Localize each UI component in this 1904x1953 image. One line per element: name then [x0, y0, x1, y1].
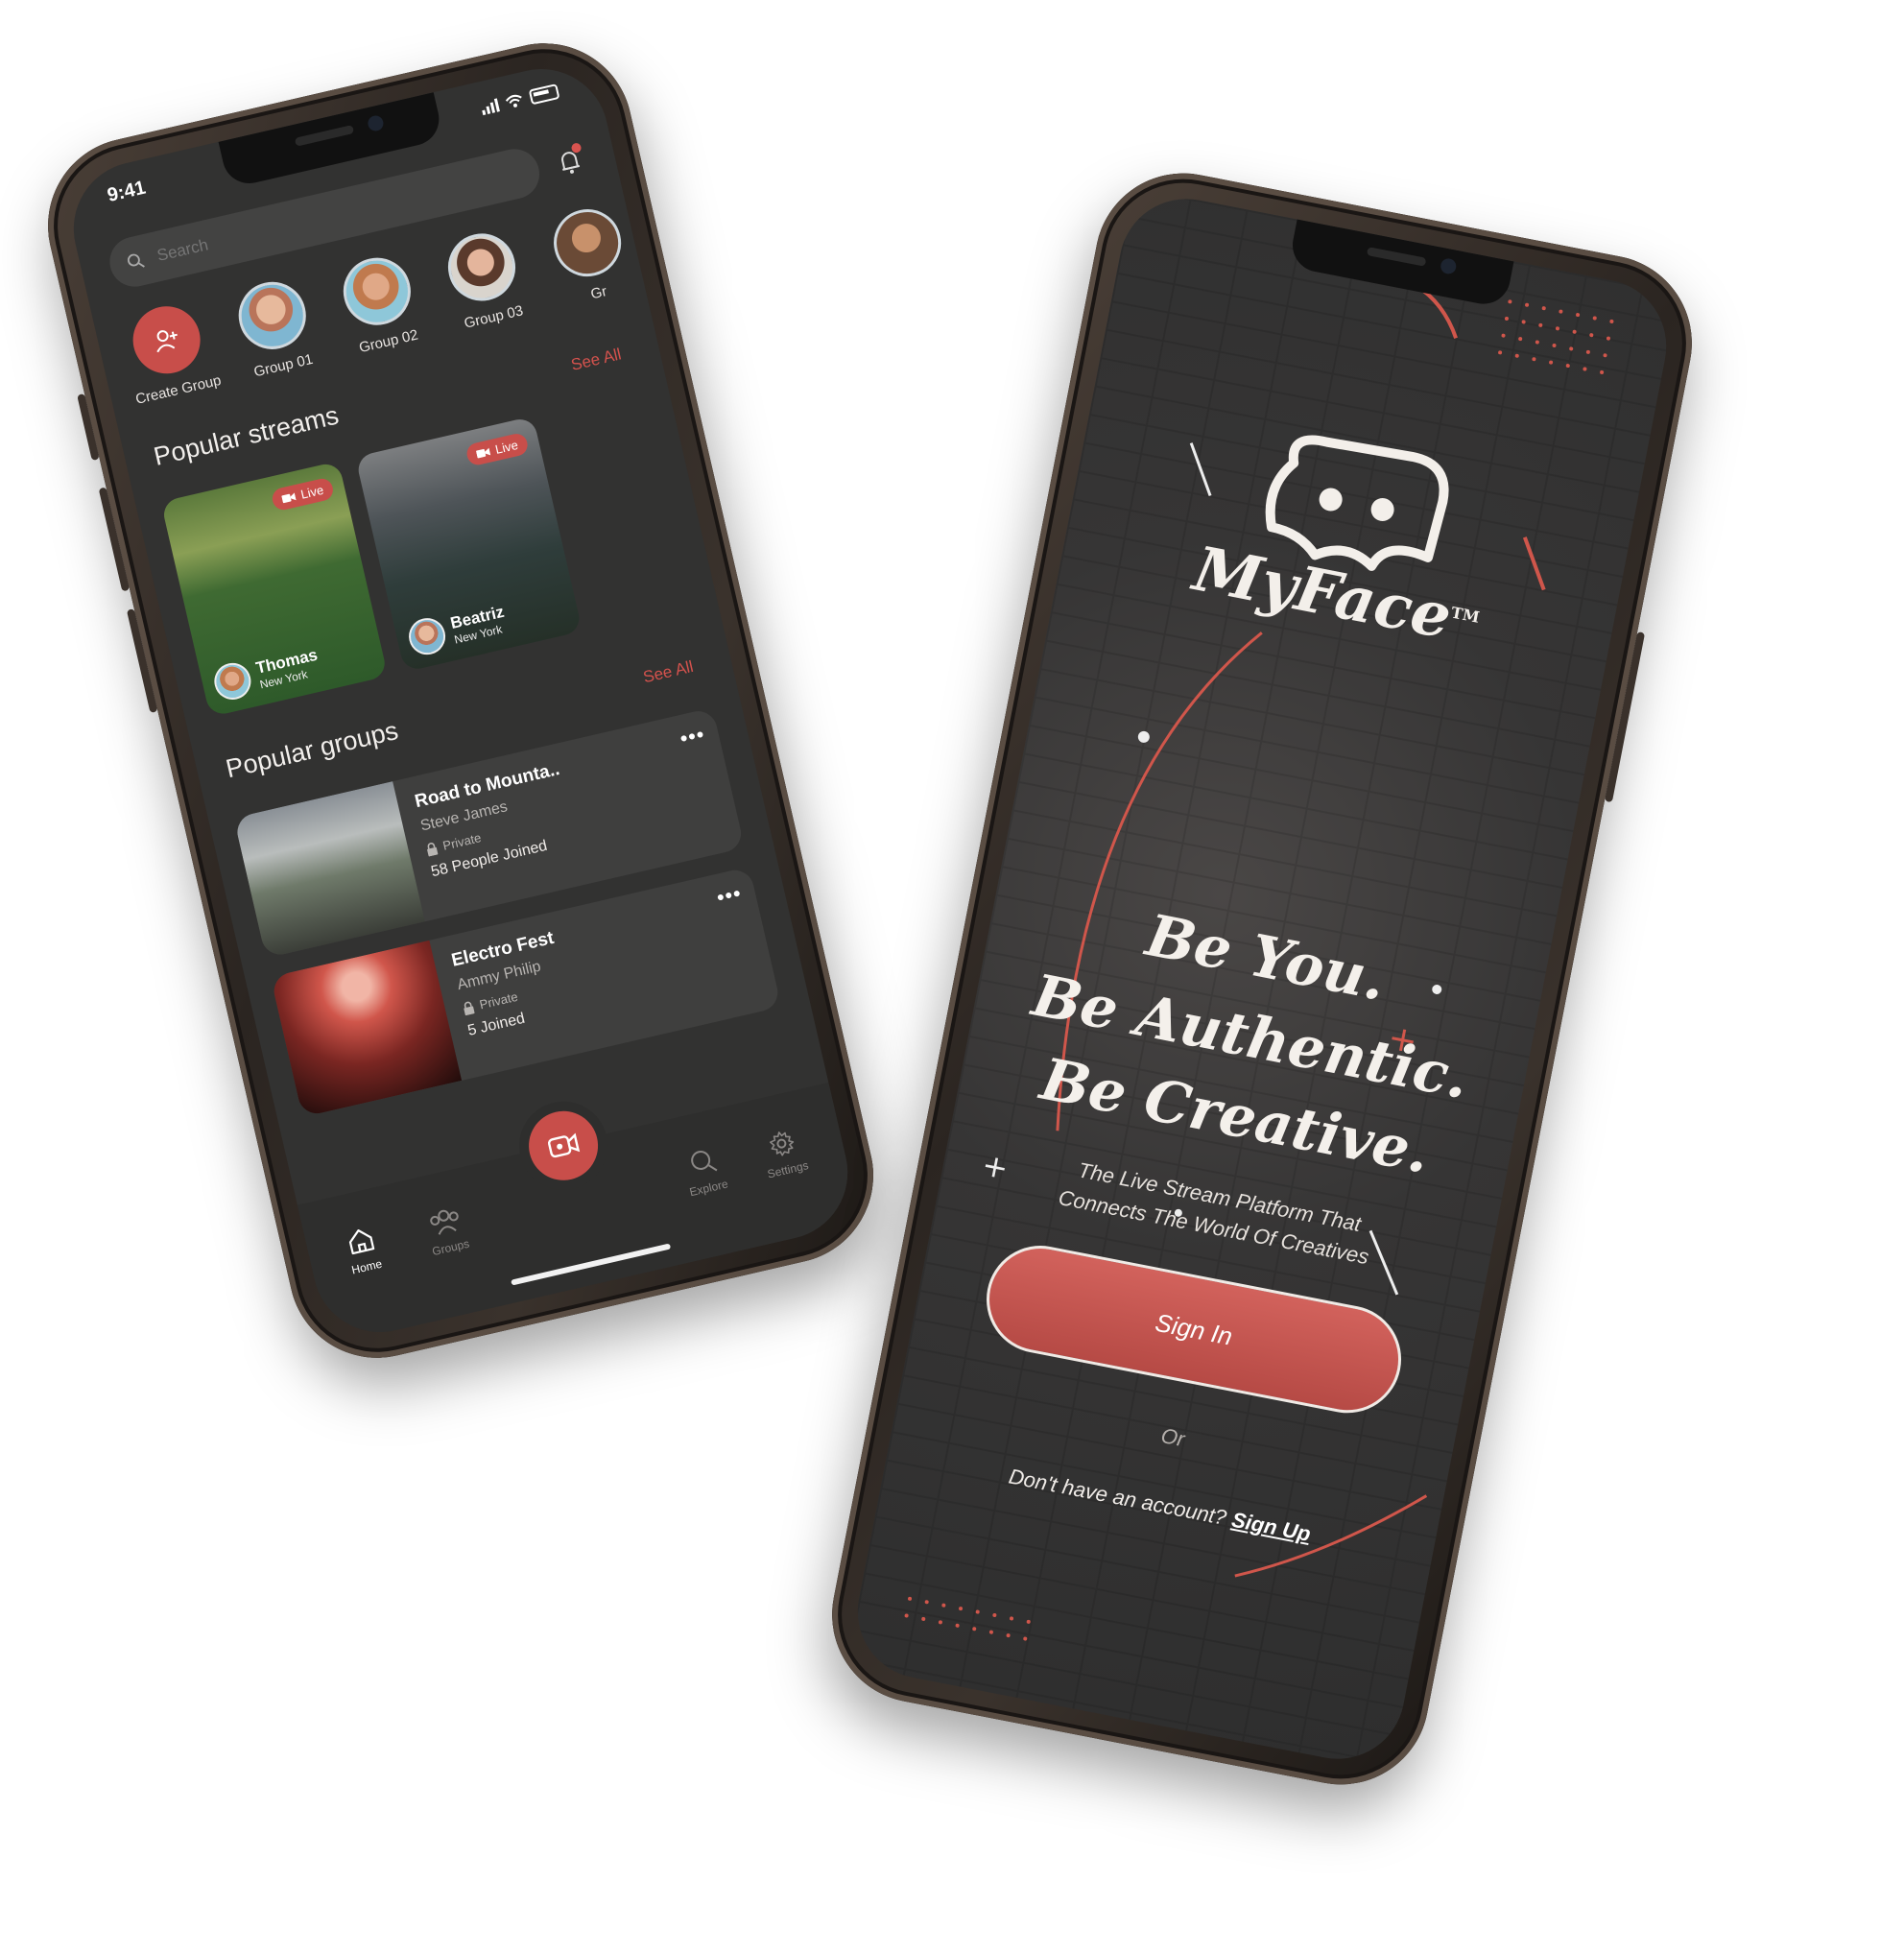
- groups-see-all-link[interactable]: See All: [641, 657, 695, 687]
- more-options-icon[interactable]: •••: [714, 881, 744, 911]
- home-screen: 9:41 Create Group: [60, 56, 862, 1346]
- lock-icon: [427, 842, 439, 856]
- privacy-label: Private: [440, 830, 483, 853]
- live-label: Live: [298, 482, 325, 502]
- video-camera-icon: [476, 447, 491, 458]
- home-phone-mockup: 9:41 Create Group: [30, 25, 892, 1376]
- notification-bell-icon[interactable]: [550, 142, 589, 181]
- streamer-avatar: [210, 659, 255, 703]
- group-item[interactable]: Group 01: [220, 273, 331, 384]
- signal-icon: [480, 98, 500, 116]
- explore-search-icon: [690, 1151, 718, 1172]
- trademark: TM: [1449, 603, 1482, 627]
- live-label: Live: [493, 437, 520, 457]
- tab-groups[interactable]: Groups: [423, 1203, 471, 1259]
- mute-switch: [77, 393, 100, 461]
- group-label: Gr: [588, 283, 608, 303]
- group-label: Group 02: [357, 326, 420, 357]
- search-icon: [127, 253, 145, 268]
- tab-label: Settings: [766, 1158, 810, 1181]
- tab-settings[interactable]: Settings: [758, 1125, 810, 1181]
- group-label: Group 01: [251, 350, 315, 381]
- video-camera-icon: [281, 491, 297, 503]
- volume-down-button: [126, 608, 158, 714]
- create-group-button[interactable]: Create Group: [114, 297, 226, 408]
- stream-card[interactable]: Live Beatriz New York: [355, 416, 583, 673]
- streams-see-all-link[interactable]: See All: [569, 345, 623, 374]
- video-camera-icon: [548, 1132, 581, 1158]
- tab-explore[interactable]: Explore: [680, 1143, 729, 1199]
- popular-streams-title: Popular streams: [151, 400, 342, 471]
- more-options-icon[interactable]: •••: [678, 722, 707, 751]
- group-thumbnail: [270, 940, 463, 1118]
- wifi-icon: [505, 94, 522, 107]
- go-live-button[interactable]: [521, 1104, 606, 1187]
- live-badge: Live: [270, 476, 336, 512]
- group-label: Group 03: [463, 302, 525, 332]
- group-avatar: [546, 202, 628, 284]
- group-item[interactable]: Group 02: [324, 249, 436, 360]
- bottom-tab-bar: Home Groups Explore Settings: [297, 1082, 862, 1346]
- group-label: Create Group: [133, 371, 224, 408]
- tab-label: Explore: [688, 1177, 729, 1200]
- gear-icon: [770, 1131, 795, 1156]
- tab-label: Home: [350, 1256, 384, 1277]
- popular-groups-title: Popular groups: [223, 715, 401, 784]
- home-icon: [348, 1229, 375, 1255]
- group-thumbnail: [233, 781, 425, 959]
- streamer-avatar: [405, 614, 449, 658]
- stream-card[interactable]: Live Thomas New York: [160, 461, 389, 718]
- volume-up-button: [98, 487, 131, 592]
- group-avatar: [336, 250, 417, 332]
- groups-icon: [429, 1209, 459, 1235]
- welcome-screen: + + MyFaceTM Be You. Be Authentic. Be Cr…: [845, 187, 1678, 1771]
- battery-icon: [528, 83, 560, 106]
- welcome-phone-mockup: + + MyFaceTM Be You. Be Authentic. Be Cr…: [817, 157, 1707, 1800]
- home-indicator: [511, 1243, 672, 1286]
- status-time: 9:41: [105, 177, 148, 206]
- power-button: [1604, 631, 1646, 803]
- add-user-icon: [156, 330, 178, 353]
- group-item[interactable]: Group 03: [430, 224, 541, 335]
- tab-label: Groups: [430, 1236, 471, 1259]
- group-avatar: [441, 226, 523, 308]
- privacy-label: Private: [478, 988, 519, 1012]
- group-avatar: [231, 274, 313, 356]
- tab-home[interactable]: Home: [343, 1224, 383, 1277]
- group-item[interactable]: Gr: [535, 200, 646, 311]
- live-badge: Live: [464, 431, 530, 467]
- lock-icon: [464, 1001, 475, 1015]
